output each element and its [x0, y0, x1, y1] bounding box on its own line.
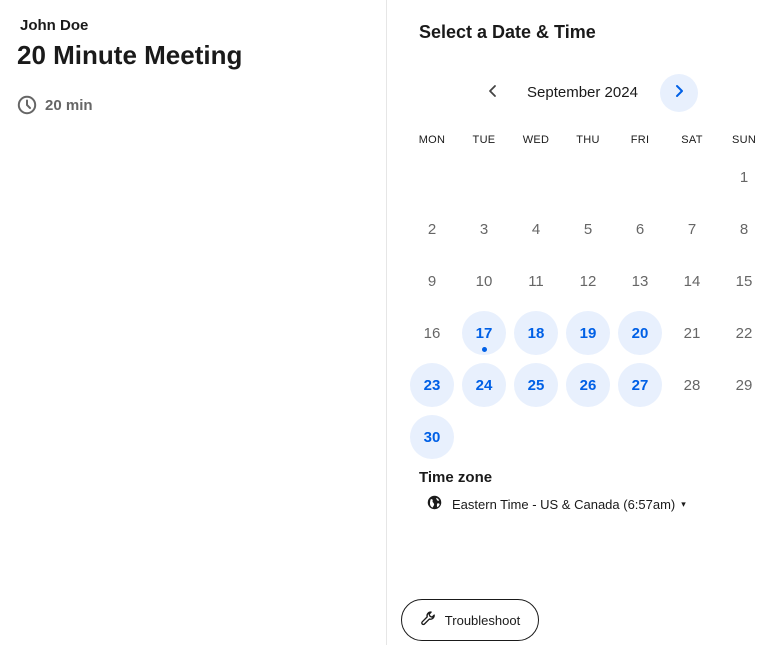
calendar-day-available[interactable]: 23 — [406, 359, 458, 411]
next-month-button[interactable] — [660, 74, 698, 112]
event-duration: 20 min — [17, 95, 93, 115]
calendar-day-available[interactable]: 25 — [510, 359, 562, 411]
wrench-icon — [420, 610, 437, 630]
previous-month-button[interactable] — [481, 81, 505, 105]
weekday-label: WED — [522, 134, 550, 146]
calendar-day-available[interactable]: 20 — [614, 307, 666, 359]
day-number: 18 — [514, 311, 558, 355]
calendar-day-available[interactable]: 19 — [562, 307, 614, 359]
day-number: 26 — [566, 363, 610, 407]
calendar-blank-cell — [666, 151, 718, 203]
weekday-label: FRI — [630, 134, 650, 146]
calendar-day-unavailable: 11 — [528, 272, 544, 290]
day-number: 25 — [514, 363, 558, 407]
troubleshoot-label: Troubleshoot — [444, 612, 521, 628]
calendar-day-unavailable: 15 — [735, 272, 753, 290]
booking-page: John Doe 20 Minute Meeting 20 min Select… — [0, 0, 776, 645]
calendar-day-unavailable: 6 — [635, 220, 645, 238]
weekday-label: MON — [418, 134, 446, 146]
calendar-grid: 1 2 3 4 5 6 7 8 9 10 11 12 13 14 15 16 17 18 19 20 21 22 23 24 2… — [406, 151, 770, 463]
weekday-label: SUN — [731, 134, 757, 146]
calendar-day-unavailable: 2 — [427, 220, 437, 238]
calendar-day-available[interactable]: 17 — [458, 307, 510, 359]
duration-label: 20 min — [45, 96, 93, 114]
calendar-blank-cell — [614, 151, 666, 203]
chevron-right-icon — [672, 84, 686, 103]
timezone-label: Time zone — [419, 469, 493, 486]
timezone-select[interactable]: Eastern Time - US & Canada (6:57am) ▾ — [427, 495, 686, 513]
day-number: 30 — [410, 415, 454, 459]
month-label: September 2024 — [527, 84, 638, 101]
calendar-day-unavailable: 10 — [475, 272, 493, 290]
timezone-value: Eastern Time - US & Canada (6:57am) — [452, 496, 676, 512]
event-title: 20 Minute Meeting — [17, 40, 243, 70]
calendar-day-unavailable: 13 — [631, 272, 649, 290]
calendar-day-available[interactable]: 24 — [458, 359, 510, 411]
calendar-blank-cell — [562, 151, 614, 203]
scheduler-heading: Select a Date & Time — [419, 22, 596, 42]
event-details-panel: John Doe 20 Minute Meeting 20 min — [0, 0, 386, 645]
calendar-day-unavailable: 3 — [479, 220, 489, 238]
caret-down-icon: ▾ — [681, 498, 686, 509]
calendar-day-unavailable: 9 — [427, 272, 437, 290]
calendar-day-available[interactable]: 26 — [562, 359, 614, 411]
weekday-header: MON TUE WED THU FRI SAT SUN — [406, 134, 770, 146]
day-number: 24 — [462, 363, 506, 407]
calendar-day-available[interactable]: 27 — [614, 359, 666, 411]
day-number: 20 — [618, 311, 662, 355]
day-number: 23 — [410, 363, 454, 407]
today-indicator-dot — [481, 347, 487, 352]
calendar-day-unavailable: 28 — [683, 376, 701, 394]
calendar-day-available[interactable]: 30 — [406, 411, 458, 463]
calendar-blank-cell — [458, 151, 510, 203]
calendar-day-unavailable: 7 — [687, 220, 697, 238]
calendar-day-available[interactable]: 18 — [510, 307, 562, 359]
weekday-label: TUE — [472, 134, 496, 146]
calendar-day-unavailable: 22 — [735, 324, 753, 342]
calendar-day-unavailable: 12 — [579, 272, 597, 290]
calendar-day-unavailable: 16 — [423, 324, 441, 342]
clock-icon — [17, 95, 37, 115]
globe-icon — [427, 495, 442, 513]
calendar-blank-cell — [510, 151, 562, 203]
calendar-day-unavailable: 14 — [683, 272, 701, 290]
calendar-blank-cell — [406, 151, 458, 203]
calendar-day-unavailable: 4 — [531, 220, 541, 238]
day-number: 27 — [618, 363, 662, 407]
scheduler-panel: Select a Date & Time September 2024 MON T… — [387, 0, 776, 645]
calendar-day-unavailable: 5 — [583, 220, 593, 238]
troubleshoot-button[interactable]: Troubleshoot — [401, 599, 539, 641]
calendar-day-unavailable: 21 — [683, 324, 701, 342]
weekday-label: THU — [576, 134, 600, 146]
calendar-day-unavailable: 29 — [735, 376, 753, 394]
day-number: 19 — [566, 311, 610, 355]
weekday-label: SAT — [681, 134, 703, 146]
calendar-day-unavailable: 1 — [739, 168, 749, 186]
host-name: John Doe — [20, 17, 89, 34]
calendar-day-unavailable: 8 — [739, 220, 749, 238]
chevron-left-icon — [486, 84, 500, 103]
